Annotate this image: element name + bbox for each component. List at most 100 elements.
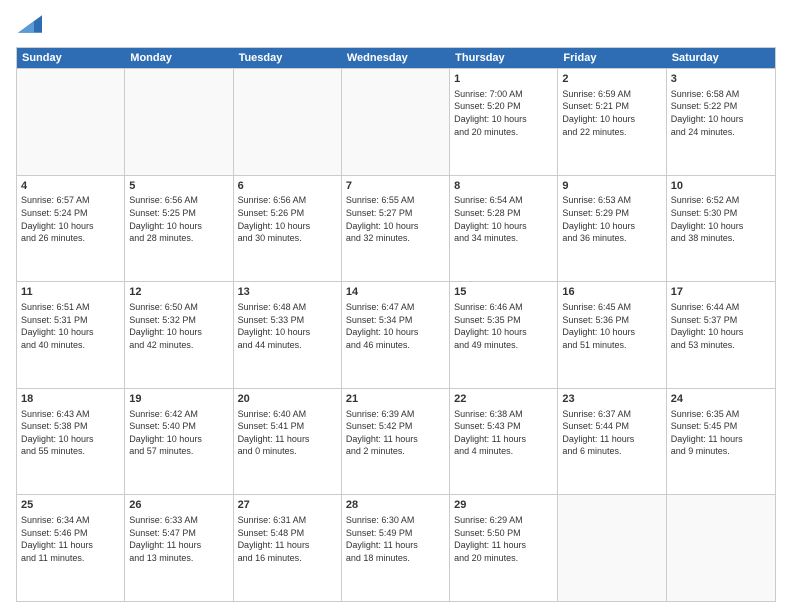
day-detail: Sunrise: 6:34 AM Sunset: 5:46 PM Dayligh… <box>21 514 120 564</box>
header-saturday: Saturday <box>667 48 775 68</box>
day-number: 2 <box>562 72 661 87</box>
header-thursday: Thursday <box>450 48 558 68</box>
day-number: 29 <box>454 498 553 513</box>
calendar-cell-3-4: 14Sunrise: 6:47 AM Sunset: 5:34 PM Dayli… <box>342 282 450 388</box>
header-tuesday: Tuesday <box>234 48 342 68</box>
calendar-cell-3-5: 15Sunrise: 6:46 AM Sunset: 5:35 PM Dayli… <box>450 282 558 388</box>
day-detail: Sunrise: 6:33 AM Sunset: 5:47 PM Dayligh… <box>129 514 228 564</box>
day-detail: Sunrise: 6:58 AM Sunset: 5:22 PM Dayligh… <box>671 88 771 138</box>
day-number: 20 <box>238 392 337 407</box>
day-number: 8 <box>454 179 553 194</box>
calendar-cell-4-4: 21Sunrise: 6:39 AM Sunset: 5:42 PM Dayli… <box>342 389 450 495</box>
day-detail: Sunrise: 6:48 AM Sunset: 5:33 PM Dayligh… <box>238 301 337 351</box>
day-number: 6 <box>238 179 337 194</box>
header-sunday: Sunday <box>17 48 125 68</box>
day-detail: Sunrise: 6:53 AM Sunset: 5:29 PM Dayligh… <box>562 194 661 244</box>
calendar-cell-2-4: 7Sunrise: 6:55 AM Sunset: 5:27 PM Daylig… <box>342 176 450 282</box>
calendar-cell-1-5: 1Sunrise: 7:00 AM Sunset: 5:20 PM Daylig… <box>450 69 558 175</box>
calendar-cell-4-1: 18Sunrise: 6:43 AM Sunset: 5:38 PM Dayli… <box>17 389 125 495</box>
calendar-row-2: 4Sunrise: 6:57 AM Sunset: 5:24 PM Daylig… <box>17 175 775 282</box>
logo-icon <box>18 14 42 34</box>
day-number: 13 <box>238 285 337 300</box>
calendar-cell-5-2: 26Sunrise: 6:33 AM Sunset: 5:47 PM Dayli… <box>125 495 233 601</box>
calendar-row-5: 25Sunrise: 6:34 AM Sunset: 5:46 PM Dayli… <box>17 494 775 601</box>
day-detail: Sunrise: 6:29 AM Sunset: 5:50 PM Dayligh… <box>454 514 553 564</box>
day-number: 3 <box>671 72 771 87</box>
calendar-header: Sunday Monday Tuesday Wednesday Thursday… <box>17 48 775 68</box>
day-number: 23 <box>562 392 661 407</box>
calendar-cell-3-3: 13Sunrise: 6:48 AM Sunset: 5:33 PM Dayli… <box>234 282 342 388</box>
day-detail: Sunrise: 6:37 AM Sunset: 5:44 PM Dayligh… <box>562 408 661 458</box>
page: Sunday Monday Tuesday Wednesday Thursday… <box>0 0 792 612</box>
header <box>16 16 776 39</box>
calendar-cell-3-2: 12Sunrise: 6:50 AM Sunset: 5:32 PM Dayli… <box>125 282 233 388</box>
calendar-cell-3-7: 17Sunrise: 6:44 AM Sunset: 5:37 PM Dayli… <box>667 282 775 388</box>
day-number: 16 <box>562 285 661 300</box>
calendar-row-1: 1Sunrise: 7:00 AM Sunset: 5:20 PM Daylig… <box>17 68 775 175</box>
day-number: 25 <box>21 498 120 513</box>
calendar-cell-2-7: 10Sunrise: 6:52 AM Sunset: 5:30 PM Dayli… <box>667 176 775 282</box>
day-detail: Sunrise: 6:43 AM Sunset: 5:38 PM Dayligh… <box>21 408 120 458</box>
day-number: 11 <box>21 285 120 300</box>
day-detail: Sunrise: 6:51 AM Sunset: 5:31 PM Dayligh… <box>21 301 120 351</box>
day-detail: Sunrise: 6:52 AM Sunset: 5:30 PM Dayligh… <box>671 194 771 244</box>
calendar-cell-2-1: 4Sunrise: 6:57 AM Sunset: 5:24 PM Daylig… <box>17 176 125 282</box>
day-number: 4 <box>21 179 120 194</box>
day-number: 14 <box>346 285 445 300</box>
calendar-cell-1-2 <box>125 69 233 175</box>
day-number: 7 <box>346 179 445 194</box>
calendar-cell-5-5: 29Sunrise: 6:29 AM Sunset: 5:50 PM Dayli… <box>450 495 558 601</box>
calendar-cell-2-3: 6Sunrise: 6:56 AM Sunset: 5:26 PM Daylig… <box>234 176 342 282</box>
calendar-cell-3-1: 11Sunrise: 6:51 AM Sunset: 5:31 PM Dayli… <box>17 282 125 388</box>
day-number: 15 <box>454 285 553 300</box>
day-number: 10 <box>671 179 771 194</box>
day-detail: Sunrise: 6:45 AM Sunset: 5:36 PM Dayligh… <box>562 301 661 351</box>
day-number: 22 <box>454 392 553 407</box>
calendar-cell-1-7: 3Sunrise: 6:58 AM Sunset: 5:22 PM Daylig… <box>667 69 775 175</box>
day-detail: Sunrise: 6:39 AM Sunset: 5:42 PM Dayligh… <box>346 408 445 458</box>
day-detail: Sunrise: 6:57 AM Sunset: 5:24 PM Dayligh… <box>21 194 120 244</box>
calendar-cell-5-1: 25Sunrise: 6:34 AM Sunset: 5:46 PM Dayli… <box>17 495 125 601</box>
day-detail: Sunrise: 6:54 AM Sunset: 5:28 PM Dayligh… <box>454 194 553 244</box>
header-friday: Friday <box>558 48 666 68</box>
day-detail: Sunrise: 6:35 AM Sunset: 5:45 PM Dayligh… <box>671 408 771 458</box>
calendar-cell-4-7: 24Sunrise: 6:35 AM Sunset: 5:45 PM Dayli… <box>667 389 775 495</box>
day-detail: Sunrise: 6:46 AM Sunset: 5:35 PM Dayligh… <box>454 301 553 351</box>
calendar-cell-1-6: 2Sunrise: 6:59 AM Sunset: 5:21 PM Daylig… <box>558 69 666 175</box>
day-detail: Sunrise: 6:40 AM Sunset: 5:41 PM Dayligh… <box>238 408 337 458</box>
calendar-cell-2-5: 8Sunrise: 6:54 AM Sunset: 5:28 PM Daylig… <box>450 176 558 282</box>
header-monday: Monday <box>125 48 233 68</box>
day-detail: Sunrise: 6:56 AM Sunset: 5:26 PM Dayligh… <box>238 194 337 244</box>
calendar-body: 1Sunrise: 7:00 AM Sunset: 5:20 PM Daylig… <box>17 68 775 601</box>
day-number: 21 <box>346 392 445 407</box>
calendar-cell-1-4 <box>342 69 450 175</box>
calendar-cell-5-7 <box>667 495 775 601</box>
day-number: 1 <box>454 72 553 87</box>
day-number: 24 <box>671 392 771 407</box>
calendar-cell-1-3 <box>234 69 342 175</box>
day-number: 5 <box>129 179 228 194</box>
day-detail: Sunrise: 6:50 AM Sunset: 5:32 PM Dayligh… <box>129 301 228 351</box>
day-number: 26 <box>129 498 228 513</box>
calendar-cell-1-1 <box>17 69 125 175</box>
calendar-cell-5-4: 28Sunrise: 6:30 AM Sunset: 5:49 PM Dayli… <box>342 495 450 601</box>
day-detail: Sunrise: 6:44 AM Sunset: 5:37 PM Dayligh… <box>671 301 771 351</box>
day-number: 19 <box>129 392 228 407</box>
day-detail: Sunrise: 6:56 AM Sunset: 5:25 PM Dayligh… <box>129 194 228 244</box>
calendar-cell-2-2: 5Sunrise: 6:56 AM Sunset: 5:25 PM Daylig… <box>125 176 233 282</box>
calendar-cell-4-2: 19Sunrise: 6:42 AM Sunset: 5:40 PM Dayli… <box>125 389 233 495</box>
calendar: Sunday Monday Tuesday Wednesday Thursday… <box>16 47 776 602</box>
calendar-cell-4-3: 20Sunrise: 6:40 AM Sunset: 5:41 PM Dayli… <box>234 389 342 495</box>
calendar-row-3: 11Sunrise: 6:51 AM Sunset: 5:31 PM Dayli… <box>17 281 775 388</box>
day-number: 17 <box>671 285 771 300</box>
day-detail: Sunrise: 7:00 AM Sunset: 5:20 PM Dayligh… <box>454 88 553 138</box>
day-detail: Sunrise: 6:55 AM Sunset: 5:27 PM Dayligh… <box>346 194 445 244</box>
calendar-cell-4-6: 23Sunrise: 6:37 AM Sunset: 5:44 PM Dayli… <box>558 389 666 495</box>
day-detail: Sunrise: 6:42 AM Sunset: 5:40 PM Dayligh… <box>129 408 228 458</box>
day-detail: Sunrise: 6:59 AM Sunset: 5:21 PM Dayligh… <box>562 88 661 138</box>
calendar-cell-5-3: 27Sunrise: 6:31 AM Sunset: 5:48 PM Dayli… <box>234 495 342 601</box>
calendar-cell-2-6: 9Sunrise: 6:53 AM Sunset: 5:29 PM Daylig… <box>558 176 666 282</box>
day-number: 28 <box>346 498 445 513</box>
day-number: 9 <box>562 179 661 194</box>
day-detail: Sunrise: 6:47 AM Sunset: 5:34 PM Dayligh… <box>346 301 445 351</box>
